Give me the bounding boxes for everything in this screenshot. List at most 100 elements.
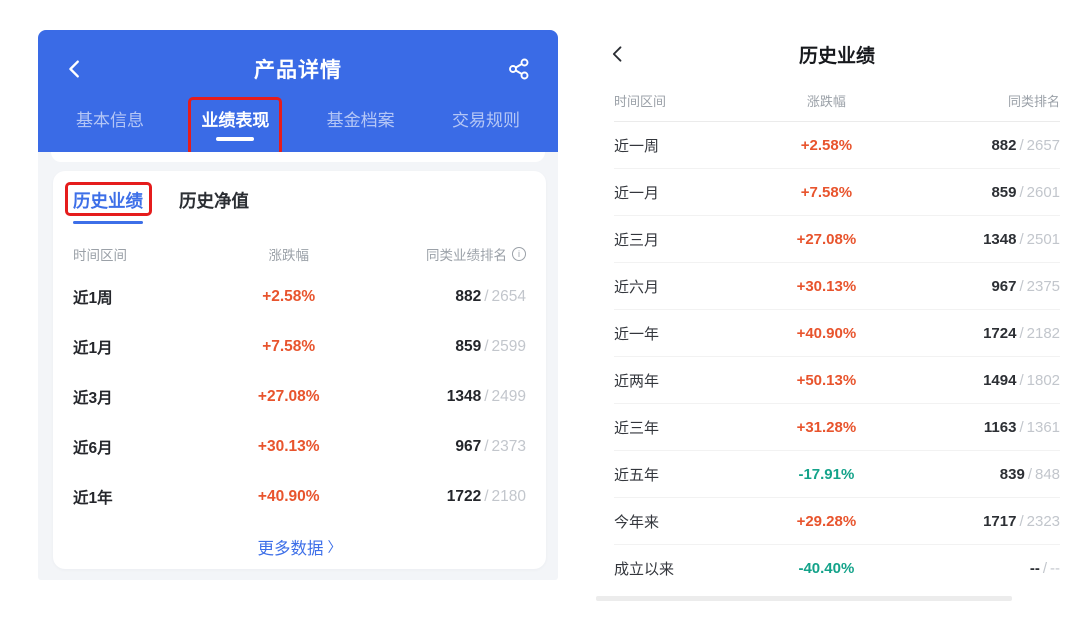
rank-denominator: 2654 bbox=[491, 288, 526, 305]
rank-numerator: 1717 bbox=[983, 512, 1017, 530]
rank-numerator: 859 bbox=[455, 338, 482, 355]
subtab-历史净值[interactable]: 历史净值 bbox=[179, 188, 249, 213]
blue-header: 产品详情 基本信息 业绩表现 基金档案 交易规则 bbox=[38, 30, 558, 156]
rank-denominator: 2501 bbox=[1026, 230, 1061, 248]
active-tab-underline bbox=[216, 137, 255, 141]
table-row: 近一月 +7.58% 859 / 2601 bbox=[614, 169, 1060, 216]
row-period: 近一月 bbox=[614, 184, 660, 202]
rank-numerator: 839 bbox=[999, 465, 1025, 483]
row-rank: 1717 / 2323 bbox=[897, 513, 1060, 530]
rank-separator: / bbox=[1019, 324, 1024, 342]
history-table: 时间区间 涨跌幅 同类排名 近一周 +2.58% 882 / 2657 近一月 +7.5… bbox=[596, 80, 1078, 592]
tab-业绩表现[interactable]: 业绩表现 bbox=[188, 97, 283, 156]
column-header-rank: 同类业绩排名 bbox=[361, 244, 526, 264]
row-change: +7.58% bbox=[262, 338, 316, 355]
rank-separator: / bbox=[484, 438, 489, 455]
rank-separator: / bbox=[1019, 183, 1024, 201]
scroll-body: 历史业绩 历史净值 时间区间 涨跌幅 同类业绩排名 近1周 +2.58% 882 / … bbox=[38, 152, 558, 580]
row-change: +40.90% bbox=[257, 488, 320, 505]
row-rank: 1494 / 1802 bbox=[897, 372, 1060, 389]
tab-label: 基本信息 bbox=[76, 111, 144, 130]
rank-separator: / bbox=[1019, 371, 1024, 389]
rank-denominator: 1802 bbox=[1026, 371, 1061, 389]
rank-denominator: 1361 bbox=[1026, 418, 1061, 436]
table-row: 近6月 +30.13% 967 / 2373 bbox=[73, 422, 526, 472]
page-title: 产品详情 bbox=[254, 59, 342, 82]
history-rows: 近一周 +2.58% 882 / 2657 近一月 +7.58% 859 / 2601 近三… bbox=[614, 122, 1060, 592]
rank-numerator: 1163 bbox=[983, 418, 1017, 436]
table-header: 时间区间 涨跌幅 同类业绩排名 bbox=[73, 236, 526, 272]
row-rank: 1722 / 2180 bbox=[361, 488, 526, 506]
column-header-period: 时间区间 bbox=[614, 94, 667, 109]
previous-card-edge bbox=[51, 152, 545, 162]
more-data-link[interactable]: 更多数据 〉 bbox=[73, 522, 526, 572]
nav-bar: 历史业绩 bbox=[596, 28, 1078, 80]
row-change: +2.58% bbox=[262, 288, 316, 305]
rank-denominator: 2373 bbox=[491, 438, 526, 455]
column-header-rank: 同类排名 bbox=[1008, 94, 1061, 109]
subtab-label-wrap: 历史业绩 bbox=[65, 182, 152, 216]
tab-label: 基金档案 bbox=[326, 111, 395, 130]
table-row: 成立以来 -40.40% -- / -- bbox=[614, 545, 1060, 592]
row-period: 近3月 bbox=[73, 390, 113, 407]
rank-numerator: -- bbox=[1029, 560, 1040, 577]
chevron-right-icon: 〉 bbox=[327, 539, 342, 555]
more-data-label: 更多数据 bbox=[257, 540, 324, 558]
row-change: +27.08% bbox=[257, 388, 320, 405]
rank-numerator: 882 bbox=[991, 136, 1017, 154]
subtab-label: 历史业绩 bbox=[73, 191, 143, 211]
rank-separator: / bbox=[1042, 560, 1048, 577]
row-period: 成立以来 bbox=[614, 561, 675, 578]
row-change: +31.28% bbox=[796, 418, 857, 436]
card-subtabs: 历史业绩 历史净值 bbox=[65, 182, 526, 236]
row-change: +30.13% bbox=[257, 438, 320, 455]
row-change: -17.91% bbox=[798, 465, 855, 483]
row-period: 近一周 bbox=[614, 137, 660, 155]
tab-基金档案[interactable]: 基金档案 bbox=[325, 104, 397, 143]
row-change: +29.28% bbox=[796, 512, 857, 530]
info-icon[interactable] bbox=[512, 247, 526, 261]
back-button[interactable] bbox=[64, 56, 90, 82]
rank-numerator: 967 bbox=[991, 277, 1017, 295]
rank-numerator: 1348 bbox=[983, 230, 1017, 248]
row-change: -40.40% bbox=[798, 560, 855, 577]
header-tabs: 基本信息 业绩表现 基金档案 交易规则 bbox=[64, 96, 532, 156]
share-button[interactable] bbox=[506, 56, 532, 82]
rank-numerator: 1348 bbox=[446, 388, 482, 405]
row-rank: 859 / 2601 bbox=[897, 184, 1060, 201]
rank-separator: / bbox=[484, 338, 489, 355]
row-rank: 967 / 2373 bbox=[361, 438, 526, 456]
table-row: 近1周 +2.58% 882 / 2654 bbox=[73, 272, 526, 322]
table-row: 近一年 +40.90% 1724 / 2182 bbox=[614, 310, 1060, 357]
screenshot-canvas: 产品详情 基本信息业绩表现基金档案交易规则 历史业绩历史净值 时间区间 bbox=[0, 0, 1080, 624]
rank-denominator: 2601 bbox=[1026, 183, 1061, 201]
row-rank: 859 / 2599 bbox=[361, 338, 526, 356]
share-icon bbox=[507, 57, 531, 81]
table-row: 近1年 +40.90% 1722 / 2180 bbox=[73, 472, 526, 522]
table-row: 今年来 +29.28% 1717 / 2323 bbox=[614, 498, 1060, 545]
rank-separator: / bbox=[484, 488, 489, 505]
rank-numerator: 1722 bbox=[446, 488, 482, 505]
rank-denominator: 2180 bbox=[491, 488, 526, 505]
row-change: +27.08% bbox=[796, 230, 857, 248]
subtab-历史业绩[interactable]: 历史业绩 bbox=[65, 182, 152, 224]
subtab-label-wrap: 历史净值 bbox=[179, 188, 249, 213]
rank-numerator: 1724 bbox=[983, 324, 1017, 342]
tab-交易规则[interactable]: 交易规则 bbox=[450, 104, 522, 143]
chevron-left-icon bbox=[64, 58, 86, 80]
rank-separator: / bbox=[1019, 230, 1024, 248]
rank-denominator: -- bbox=[1050, 560, 1061, 577]
column-header-change: 涨跌幅 bbox=[806, 94, 846, 109]
rank-denominator: 2323 bbox=[1026, 512, 1061, 530]
table-header: 时间区间 涨跌幅 同类排名 bbox=[614, 80, 1060, 122]
rank-denominator: 2182 bbox=[1026, 324, 1061, 342]
performance-rows: 近1周 +2.58% 882 / 2654 近1月 +7.58% 859 / 2599 近3… bbox=[73, 272, 526, 522]
row-change: +30.13% bbox=[796, 277, 857, 295]
row-rank: 1163 / 1361 bbox=[897, 419, 1060, 436]
tab-基本信息[interactable]: 基本信息 bbox=[74, 104, 146, 143]
table-row: 近1月 +7.58% 859 / 2599 bbox=[73, 322, 526, 372]
rank-separator: / bbox=[484, 388, 489, 405]
rank-denominator: 848 bbox=[1034, 465, 1061, 483]
row-rank: 1348 / 2499 bbox=[361, 388, 526, 406]
row-period: 近六月 bbox=[614, 278, 660, 296]
